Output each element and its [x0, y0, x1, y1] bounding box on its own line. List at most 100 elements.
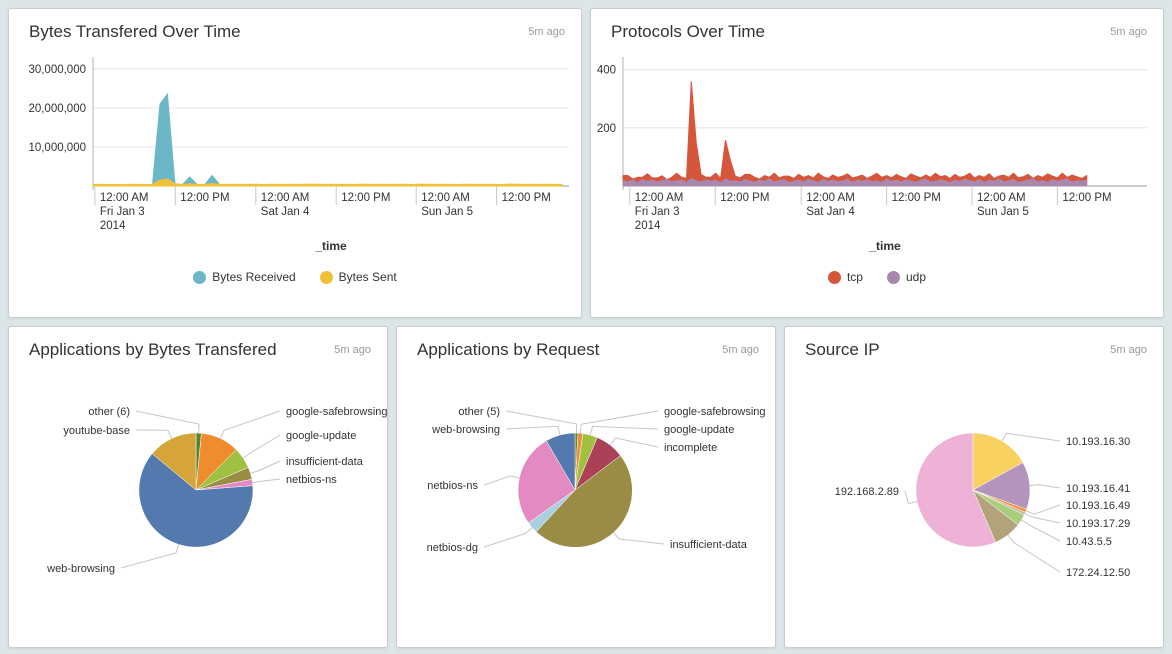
pie-leader-line [1030, 485, 1060, 488]
protocols-line-chart[interactable]: 200 400 12:00 AM Fri Jan 3 2014 12:00 PM 12:00… [591, 51, 1163, 284]
legend-swatch [193, 271, 206, 284]
svg-text:12:00 PM: 12:00 PM [720, 192, 769, 204]
svg-text:_time: _time [314, 239, 347, 253]
svg-text:12:00 AM: 12:00 AM [635, 192, 684, 204]
pie-leader-line [1002, 433, 1060, 441]
source-ip-pie-chart[interactable]: 10.193.16.3010.193.16.4110.193.16.4910.1… [785, 369, 1163, 626]
series-tcp[interactable] [623, 81, 1087, 186]
pie-leader-line [253, 479, 281, 483]
svg-text:12:00 AM: 12:00 AM [421, 192, 470, 204]
svg-text:Sat Jan 4: Sat Jan 4 [806, 206, 855, 218]
panel-title: Applications by Request [417, 340, 599, 360]
refresh-age: 5m ago [1110, 340, 1147, 356]
legend-item-Bytes Received[interactable]: Bytes Received [193, 270, 295, 284]
panel-apps-by-bytes: Applications by Bytes Transfered 5m ago … [8, 326, 388, 648]
svg-text:12:00 PM: 12:00 PM [1062, 192, 1111, 204]
legend-label: Bytes Received [212, 270, 295, 284]
pie-leader-line [251, 461, 281, 473]
pie-label-netbios-ns: netbios-ns [286, 474, 337, 486]
svg-text:10,000,000: 10,000,000 [28, 142, 86, 154]
series-Bytes Sent[interactable] [93, 179, 562, 186]
pie-label-10.193.16.49: 10.193.16.49 [1066, 500, 1130, 512]
pie-label-google-safebrowsing: google-safebrowsing [286, 406, 387, 418]
panel-protocols-over-time: Protocols Over Time 5m ago 200 400 12:00 A… [590, 8, 1164, 318]
pie-label-incomplete: incomplete [664, 442, 717, 454]
refresh-age: 5m ago [1110, 22, 1147, 38]
svg-text:30,000,000: 30,000,000 [28, 64, 86, 76]
refresh-age: 5m ago [528, 22, 565, 38]
dashboard-row-bottom: Applications by Bytes Transfered 5m ago … [8, 326, 1164, 648]
legend-item-udp[interactable]: udp [887, 270, 926, 284]
svg-text:2014: 2014 [100, 220, 126, 232]
legend-swatch [320, 271, 333, 284]
svg-text:Fri Jan 3: Fri Jan 3 [100, 206, 145, 218]
panel-source-ip: Source IP 5m ago 10.193.16.3010.193.16.4… [784, 326, 1164, 648]
panel-title: Protocols Over Time [611, 22, 765, 42]
pie-label-other (5): other (5) [458, 406, 500, 418]
pie-leader-line [484, 528, 532, 547]
svg-text:12:00 PM: 12:00 PM [892, 192, 941, 204]
legend-item-tcp[interactable]: tcp [828, 270, 863, 284]
legend-label: Bytes Sent [339, 270, 397, 284]
pie-leader-line [1026, 505, 1060, 514]
pie-label-172.24.12.50: 172.24.12.50 [1066, 567, 1130, 579]
svg-text:12:00 PM: 12:00 PM [341, 192, 390, 204]
pie-leader-line [1021, 520, 1060, 541]
pie-leader-line [121, 544, 179, 568]
svg-text:Fri Jan 3: Fri Jan 3 [635, 206, 680, 218]
pie-leader-line [506, 411, 577, 433]
pie-label-insufficient-data: insufficient-data [670, 539, 748, 551]
pie-label-192.168.2.89: 192.168.2.89 [835, 486, 899, 498]
legend-item-Bytes Sent[interactable]: Bytes Sent [320, 270, 397, 284]
dashboard-row-top: Bytes Transfered Over Time 5m ago 10,000… [8, 8, 1164, 318]
pie-chart-canvas[interactable]: other (5) google-safebrowsing google-updat… [397, 369, 775, 621]
pie-label-web-browsing: web-browsing [46, 563, 115, 575]
svg-text:12:00 PM: 12:00 PM [502, 192, 551, 204]
panel-header: Bytes Transfered Over Time 5m ago [9, 9, 581, 51]
panel-apps-by-request: Applications by Request 5m ago other (5)… [396, 326, 776, 648]
svg-text:12:00 AM: 12:00 AM [261, 192, 310, 204]
pie-leader-line [1008, 535, 1060, 572]
pie-label-10.43.5.5: 10.43.5.5 [1066, 536, 1112, 548]
pie-leader-line [136, 430, 172, 438]
pie-label-netbios-dg: netbios-dg [427, 542, 478, 554]
pie-leader-line [220, 411, 280, 438]
svg-text:12:00 PM: 12:00 PM [180, 192, 229, 204]
panel-bytes-over-time: Bytes Transfered Over Time 5m ago 10,000… [8, 8, 582, 318]
svg-text:12:00 AM: 12:00 AM [806, 192, 855, 204]
panel-title: Applications by Bytes Transfered [29, 340, 277, 360]
pie-label-youtube-base: youtube-base [63, 425, 130, 437]
svg-text:_time: _time [868, 239, 901, 253]
pie-label-10.193.16.30: 10.193.16.30 [1066, 436, 1130, 448]
panel-header: Source IP 5m ago [785, 327, 1163, 369]
svg-text:Sun Jan 5: Sun Jan 5 [421, 206, 473, 218]
apps-by-request-pie-chart[interactable]: other (5) google-safebrowsing google-updat… [397, 369, 775, 626]
pie-label-google-update: google-update [664, 424, 734, 436]
panel-title: Source IP [805, 340, 880, 360]
refresh-age: 5m ago [722, 340, 759, 356]
pie-leader-line [905, 491, 917, 503]
pie-label-other (6): other (6) [88, 406, 130, 418]
pie-label-google-update: google-update [286, 430, 356, 442]
bytes-transfered-line-chart[interactable]: 10,000,00020,000,00030,000,00012:00 AMFr… [9, 51, 581, 284]
line-chart-canvas[interactable]: 10,000,00020,000,00030,000,00012:00 AMFr… [9, 51, 581, 258]
svg-text:200: 200 [597, 123, 616, 135]
pie-chart-canvas[interactable]: 10.193.16.3010.193.16.4110.193.16.4910.1… [785, 369, 1163, 621]
svg-text:12:00 AM: 12:00 AM [977, 192, 1026, 204]
pie-label-google-safebrowsing: google-safebrowsing [664, 406, 766, 418]
pie-chart-canvas[interactable]: other (6) google-safebrowsing google-updat… [9, 369, 387, 621]
apps-by-bytes-pie-chart[interactable]: other (6) google-safebrowsing google-updat… [9, 369, 387, 626]
panel-title: Bytes Transfered Over Time [29, 22, 241, 42]
legend-label: tcp [847, 270, 863, 284]
svg-text:2014: 2014 [635, 220, 661, 232]
refresh-age: 5m ago [334, 340, 371, 356]
svg-text:Sat Jan 4: Sat Jan 4 [261, 206, 310, 218]
chart-legend: tcp udp [591, 270, 1163, 284]
panel-header: Applications by Bytes Transfered 5m ago [9, 327, 387, 369]
pie-leader-line [590, 426, 658, 435]
legend-swatch [887, 271, 900, 284]
svg-text:400: 400 [597, 65, 616, 77]
line-chart-canvas[interactable]: 200 400 12:00 AM Fri Jan 3 2014 12:00 PM 12:00… [591, 51, 1163, 258]
chart-legend: Bytes Received Bytes Sent [9, 270, 581, 284]
pie-label-10.193.17.29: 10.193.17.29 [1066, 518, 1130, 530]
